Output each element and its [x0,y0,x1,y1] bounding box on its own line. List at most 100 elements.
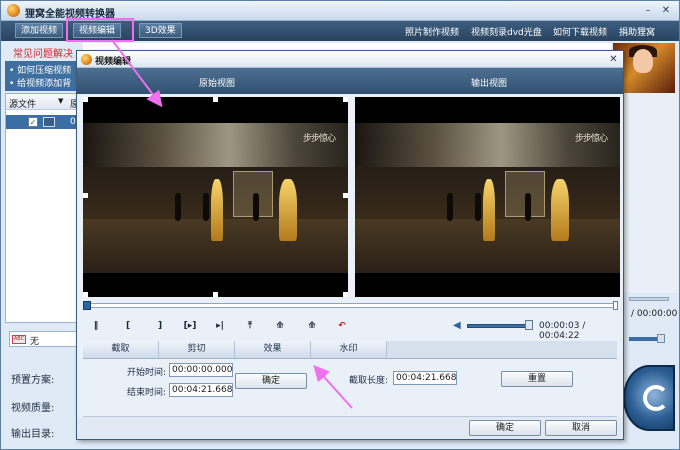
tab-watermark[interactable]: 水印 [311,341,387,358]
link-photo-video[interactable]: 照片制作视频 [405,25,459,38]
subtitle-icon: ABC [12,335,26,344]
jump-in-button[interactable]: ⟰ [271,319,289,333]
faq-item[interactable]: • 给视频添加背 [9,76,71,89]
main-time: / 00:00:00 [631,309,678,319]
scene-light [83,123,348,167]
quality-label: 视频质量: [11,403,55,414]
volume-icon[interactable]: ◀ [453,319,465,333]
seek-bar[interactable] [83,303,617,308]
tab-crop[interactable]: 剪切 [159,341,235,358]
crop-handle[interactable] [343,193,348,198]
crop-handle[interactable] [213,292,218,297]
link-burn-dvd[interactable]: 视频刻录dvd光盘 [471,25,542,38]
file-list: 源文件 ▼ 原 ✓ 0 [5,93,79,323]
faq-title: 常见问题解决 [13,49,73,60]
file-list-header: 源文件 ▼ 原 [6,94,79,110]
output-view-label: 输出视图 [471,79,508,89]
seek-start-knob[interactable] [83,301,91,310]
scene-gold [483,179,495,241]
faq-item[interactable]: • 如何压缩视频 [9,63,71,76]
tab-3d-effect[interactable]: 3D效果 [139,23,182,38]
trim-panel: 开始时间: 00:00:00.000 结束时间: 00:04:21.668 确定… [83,359,617,417]
cancel-button[interactable]: 取消 [545,420,617,436]
subtitle-select[interactable]: ABC 无 [9,331,77,347]
crop-handle[interactable] [343,292,348,297]
scene-person [175,193,181,221]
volume-bar[interactable] [467,324,531,328]
scene-person [447,193,453,221]
length-label: 截取长度: [349,376,389,386]
preview-area [623,93,679,293]
faq-list: • 如何压缩视频 • 给视频添加背 [5,61,77,91]
next-frame-button[interactable]: ▸| [211,319,229,333]
main-volume-knob[interactable] [657,334,665,343]
original-view-label: 原始视图 [199,79,236,89]
mark-in-button[interactable]: [ [119,319,137,333]
link-donate[interactable]: 捐助狸窝 [619,25,655,38]
start-time-field[interactable]: 00:00:00.000 [169,363,233,377]
end-time-field[interactable]: 00:04:21.668 [169,383,233,397]
scene-gold [551,179,569,241]
convert-arrow-icon [643,385,669,411]
length-field[interactable]: 00:04:21.668 [393,371,457,385]
crop-handle[interactable] [83,97,88,102]
close-button[interactable]: ✕ [659,4,673,17]
tab-add-video[interactable]: 添加视频 [15,23,64,38]
original-video[interactable]: 步步惊心 [83,97,348,297]
crop-handle[interactable] [343,97,348,102]
crop-handle[interactable] [83,193,88,198]
output-video: 步步惊心 [355,97,620,297]
scene-light [355,123,620,167]
ad-figure-face [633,49,653,73]
subtitle-value: 无 [30,337,40,347]
undo-button[interactable]: ↶ [333,319,351,333]
film-icon [43,117,55,127]
convert-button[interactable] [623,365,675,431]
crop-handle[interactable] [213,97,218,102]
dialog-close-button[interactable]: ✕ [607,53,620,66]
tab-trim[interactable]: 截取 [83,341,159,358]
main-seek-bar[interactable] [629,297,669,301]
output-label: 输出目录: [11,429,55,440]
video-caption: 步步惊心 [575,134,608,144]
file-checkbox[interactable]: ✓ [28,117,38,127]
video-frame: 步步惊心 [355,123,620,273]
link-download-video[interactable]: 如何下载视频 [553,25,607,38]
scene-gold [279,179,297,241]
minimize-button[interactable]: – [641,4,655,17]
scene-person [253,193,259,221]
end-time-label: 结束时间: [127,388,167,398]
sort-arrow-icon[interactable]: ▼ [58,97,63,105]
video-caption: 步步惊心 [303,134,336,144]
ok-button[interactable]: 确定 [469,420,541,436]
play-selection-button[interactable]: [▸] [181,319,199,333]
time-display: 00:00:03 / 00:04:22 [539,321,586,341]
file-number: 0 [70,117,76,127]
video-frame: 步步惊心 [83,123,348,273]
split-button[interactable]: ⤒ [241,319,259,333]
scene-person [203,193,209,221]
dialog-footer: 确定 取消 [77,417,623,439]
preset-label: 预置方案: [11,375,55,386]
tab-effect[interactable]: 效果 [235,341,311,358]
scene-gold [211,179,223,241]
pause-button[interactable]: ‖ [87,319,105,333]
mark-out-button[interactable]: ] [151,319,169,333]
start-time-label: 开始时间: [127,368,167,378]
crop-handle[interactable] [83,292,88,297]
volume-knob[interactable] [525,320,533,330]
app-logo-icon [7,4,20,17]
dialog-title-bar: 视频编辑 ✕ [77,51,623,68]
video-edit-dialog: 视频编辑 ✕ 原始视图 输出视图 步步惊心 步步惊心 ‖ [] [▸] ▸| … [76,50,624,440]
dialog-title: 视频编辑 [95,57,132,67]
dialog-logo-icon [81,54,92,65]
reset-button[interactable]: 重置 [501,371,573,387]
jump-out-button[interactable]: ⟰ [303,319,321,333]
view-header: 原始视图 输出视图 [77,68,623,94]
source-file-column[interactable]: 源文件 [9,97,36,110]
confirm-time-button[interactable]: 确定 [235,373,307,389]
scene-person [475,193,481,221]
scene-person [525,193,531,221]
file-row[interactable]: ✓ 0 [6,115,76,129]
seek-end-knob[interactable] [613,301,618,310]
